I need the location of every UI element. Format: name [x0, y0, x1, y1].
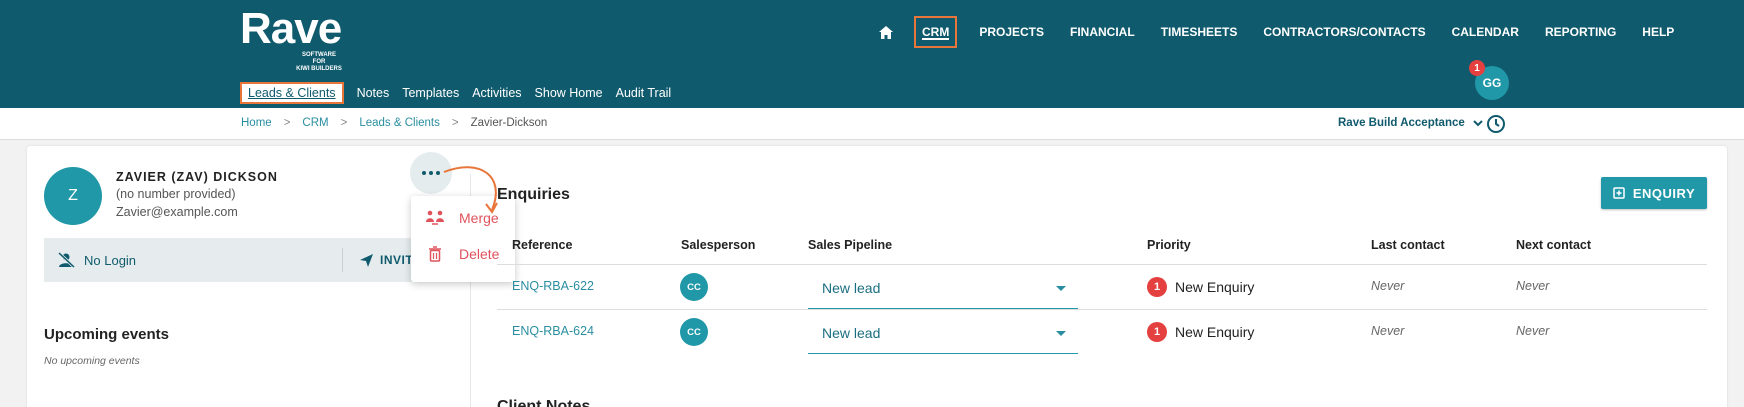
- table-header-divider: [497, 264, 1707, 265]
- nav-timesheets[interactable]: TIMESHEETS: [1157, 16, 1242, 48]
- breadcrumb-bar: Home > CRM > Leads & Clients > Zavier-Di…: [0, 108, 1744, 140]
- subnav-templates[interactable]: Templates: [402, 86, 459, 100]
- add-icon: [1613, 187, 1625, 199]
- send-icon: [360, 253, 373, 267]
- workspace-selector[interactable]: Rave Build Acceptance: [1338, 117, 1483, 129]
- login-status-label: No Login: [84, 252, 137, 268]
- subnav-leads-clients[interactable]: Leads & Clients: [240, 82, 344, 104]
- priority-cell: 1 New Enquiry: [1147, 277, 1254, 297]
- menu-item-delete[interactable]: Delete: [425, 246, 499, 262]
- column-header-reference[interactable]: Reference: [512, 238, 572, 252]
- sales-pipeline-select[interactable]: New lead: [808, 312, 1078, 354]
- subnav-audit-trail[interactable]: Audit Trail: [616, 86, 672, 100]
- table-row-divider: [497, 309, 1707, 310]
- enquiry-reference-link[interactable]: ENQ-RBA-622: [512, 279, 594, 293]
- add-enquiry-button[interactable]: ENQUIRY: [1601, 177, 1707, 209]
- main-navigation: CRM PROJECTS FINANCIAL TIMESHEETS CONTRA…: [876, 16, 1696, 48]
- salesperson-avatar: CC: [680, 318, 708, 346]
- nav-help[interactable]: HELP: [1638, 16, 1678, 48]
- subnav-activities[interactable]: Activities: [472, 86, 521, 100]
- nav-projects[interactable]: PROJECTS: [975, 16, 1048, 48]
- clock-icon[interactable]: [1486, 114, 1506, 139]
- upcoming-events-title: Upcoming events: [44, 326, 170, 343]
- login-status: No Login: [58, 252, 136, 268]
- sales-pipeline-value: New lead: [822, 325, 881, 341]
- client-phone: (no number provided): [116, 187, 236, 201]
- home-icon[interactable]: [876, 22, 896, 42]
- priority-cell: 1 New Enquiry: [1147, 322, 1254, 342]
- login-bar: No Login INVIT: [44, 238, 469, 282]
- priority-label: New Enquiry: [1175, 279, 1255, 295]
- breadcrumb-crm[interactable]: CRM: [302, 117, 328, 129]
- more-dots-icon: [422, 171, 440, 175]
- sub-navigation: Leads & Clients Notes Templates Activiti…: [240, 82, 684, 104]
- next-contact-value: Never: [1516, 324, 1550, 338]
- priority-label: New Enquiry: [1175, 324, 1255, 340]
- caret-down-icon: [1056, 286, 1066, 291]
- invite-label: INVIT: [380, 253, 414, 267]
- column-header-next-contact[interactable]: Next contact: [1516, 238, 1591, 252]
- column-header-salesperson[interactable]: Salesperson: [681, 238, 755, 252]
- nav-calendar[interactable]: CALENDAR: [1448, 16, 1523, 48]
- sales-pipeline-value: New lead: [822, 280, 881, 296]
- notification-badge: 1: [1469, 60, 1485, 76]
- breadcrumb: Home > CRM > Leads & Clients > Zavier-Di…: [241, 117, 547, 129]
- chevron-down-icon: [1473, 119, 1483, 126]
- nav-contractors-contacts[interactable]: CONTRACTORS/CONTACTS: [1259, 16, 1429, 48]
- breadcrumb-leads-clients[interactable]: Leads & Clients: [359, 117, 440, 129]
- workspace-label: Rave Build Acceptance: [1338, 117, 1465, 129]
- salesperson-avatar: CC: [680, 273, 708, 301]
- menu-delete-label: Delete: [459, 246, 500, 262]
- last-contact-value: Never: [1371, 279, 1405, 293]
- enquiries-title: Enquiries: [497, 186, 570, 203]
- breadcrumb-separator: >: [451, 117, 459, 129]
- priority-count-badge: 1: [1147, 322, 1167, 342]
- logo-tagline: SOFTWARE FOR KIWI BUILDERS: [296, 52, 342, 72]
- nav-financial[interactable]: FINANCIAL: [1066, 16, 1139, 48]
- subnav-notes[interactable]: Notes: [357, 86, 390, 100]
- add-enquiry-label: ENQUIRY: [1632, 185, 1696, 201]
- subnav-show-home[interactable]: Show Home: [535, 86, 603, 100]
- priority-count-badge: 1: [1147, 277, 1167, 297]
- breadcrumb-separator: >: [340, 117, 348, 129]
- invite-button[interactable]: INVIT: [360, 253, 413, 267]
- client-email: Zavier@example.com: [116, 205, 238, 219]
- logo-wordmark: Rave: [240, 4, 342, 53]
- upcoming-events-empty: No upcoming events: [44, 355, 140, 367]
- rave-logo[interactable]: Rave SOFTWARE FOR KIWI BUILDERS: [240, 4, 342, 73]
- enquiry-reference-link[interactable]: ENQ-RBA-624: [512, 324, 594, 338]
- top-header: Rave SOFTWARE FOR KIWI BUILDERS CRM PROJ…: [0, 0, 1744, 108]
- column-header-sales-pipeline[interactable]: Sales Pipeline: [808, 238, 892, 252]
- nav-crm[interactable]: CRM: [914, 16, 958, 48]
- client-avatar: Z: [44, 167, 102, 225]
- client-notes-title: Client Notes: [497, 398, 591, 407]
- no-user-icon: [58, 252, 76, 268]
- next-contact-value: Never: [1516, 279, 1550, 293]
- login-bar-separator: [342, 248, 343, 272]
- caret-down-icon: [1056, 331, 1066, 336]
- client-name: ZAVIER (ZAV) DICKSON: [116, 170, 278, 184]
- breadcrumb-separator: >: [283, 117, 291, 129]
- nav-reporting[interactable]: REPORTING: [1541, 16, 1620, 48]
- trash-icon: [429, 246, 441, 262]
- column-header-priority[interactable]: Priority: [1147, 238, 1191, 252]
- sales-pipeline-select[interactable]: New lead: [808, 267, 1078, 309]
- column-header-last-contact[interactable]: Last contact: [1371, 238, 1445, 252]
- breadcrumb-current: Zavier-Dickson: [470, 117, 548, 129]
- breadcrumb-home[interactable]: Home: [241, 117, 272, 129]
- last-contact-value: Never: [1371, 324, 1405, 338]
